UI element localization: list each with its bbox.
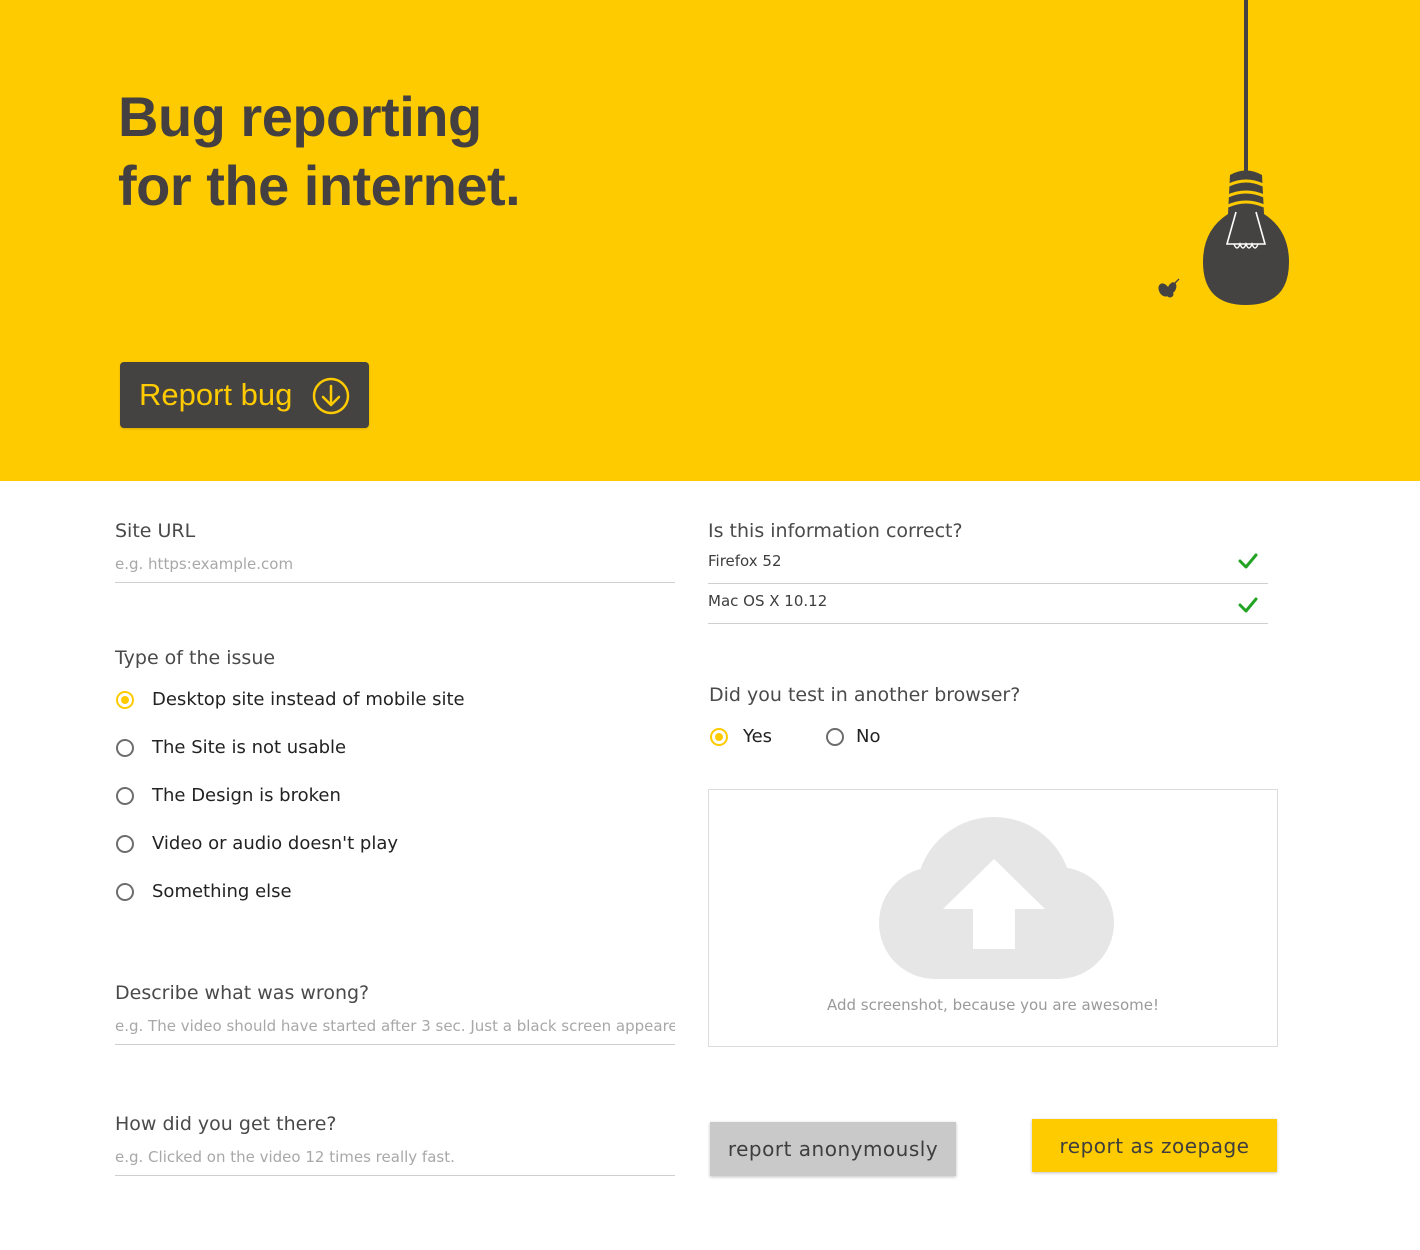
lightbulb-icon (1158, 0, 1289, 305)
browser-info-row[interactable]: Firefox 52 (708, 550, 1268, 584)
site-url-label: Site URL (115, 520, 196, 542)
issue-option-label: Desktop site instead of mobile site (152, 689, 465, 710)
issue-option-something-else[interactable]: Something else (116, 881, 292, 902)
os-info-row[interactable]: Mac OS X 10.12 (708, 590, 1268, 624)
issue-option-not-usable[interactable]: The Site is not usable (116, 737, 346, 758)
issue-option-label: Something else (152, 881, 292, 902)
steps-input[interactable] (115, 1147, 675, 1176)
upload-hint: Add screenshot, because you are awesome! (827, 996, 1159, 1014)
other-browser-yes[interactable]: Yes (710, 726, 772, 747)
bug-icon (1158, 278, 1180, 298)
issue-option-desktop-site[interactable]: Desktop site instead of mobile site (116, 689, 465, 710)
page-title-line-1: Bug reporting (118, 85, 482, 148)
cloud-upload-icon (879, 817, 1114, 979)
info-check-label: Is this information correct? (708, 520, 963, 542)
description-label: Describe what was wrong? (115, 982, 370, 1004)
page-title: Bug reporting for the internet. (118, 82, 521, 220)
radio-button[interactable] (710, 727, 728, 746)
browser-info-value: Firefox 52 (708, 552, 782, 570)
os-info-value: Mac OS X 10.12 (708, 592, 828, 610)
page-title-line-2: for the internet. (118, 154, 521, 217)
issue-option-media-not-playing[interactable]: Video or audio doesn't play (116, 833, 398, 854)
hero-banner: Bug reporting for the internet. Report b… (0, 0, 1420, 481)
issue-option-label: The Design is broken (152, 785, 341, 806)
report-bug-button-label: Report bug (139, 377, 293, 412)
steps-label: How did you get there? (115, 1113, 337, 1135)
arrow-down-circle-icon (312, 377, 350, 415)
site-url-input[interactable] (115, 554, 675, 583)
report-as-user-button[interactable]: report as zoepage (1032, 1119, 1277, 1172)
radio-button[interactable] (116, 690, 134, 709)
radio-button[interactable] (116, 786, 134, 805)
other-browser-no-label: No (856, 726, 881, 747)
radio-button[interactable] (116, 882, 134, 901)
report-anonymously-button[interactable]: report anonymously (710, 1122, 956, 1176)
radio-button[interactable] (116, 738, 134, 757)
checkmark-icon[interactable] (1238, 552, 1258, 570)
issue-type-label: Type of the issue (115, 647, 276, 669)
checkmark-icon[interactable] (1238, 596, 1258, 614)
report-bug-button[interactable]: Report bug (120, 362, 369, 428)
issue-option-label: Video or audio doesn't play (152, 833, 399, 854)
other-browser-no[interactable]: No (826, 726, 880, 747)
screenshot-upload-area[interactable]: Add screenshot, because you are awesome! (708, 789, 1278, 1047)
description-input[interactable] (115, 1016, 675, 1045)
radio-button[interactable] (826, 727, 844, 746)
issue-option-label: The Site is not usable (152, 737, 347, 758)
other-browser-yes-label: Yes (743, 726, 773, 747)
issue-option-design-broken[interactable]: The Design is broken (116, 785, 341, 806)
other-browser-label: Did you test in another browser? (709, 684, 1021, 706)
radio-button[interactable] (116, 834, 134, 853)
